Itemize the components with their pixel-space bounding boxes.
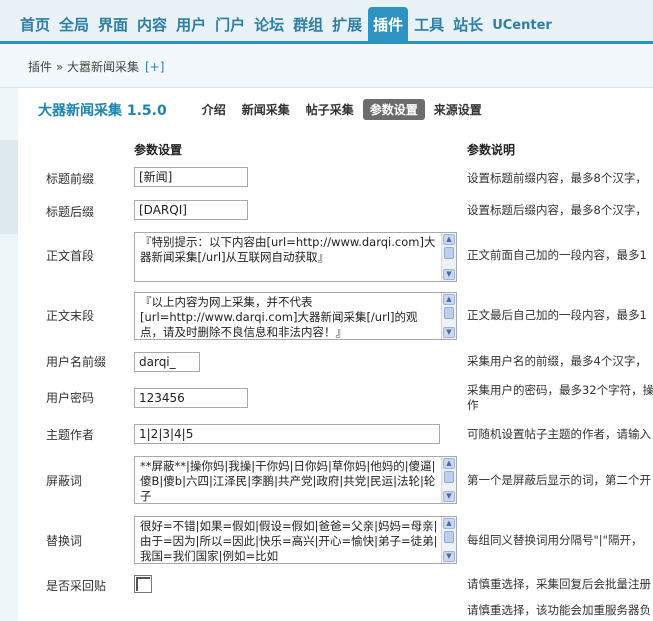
scroll-thumb[interactable] xyxy=(444,307,454,319)
scroll-up-icon[interactable]: ▲ xyxy=(443,294,455,305)
row-desc-replace-words: 每组同义替换词用分隔号"|"隔开， xyxy=(467,533,643,547)
tab-plugins[interactable]: 插件 xyxy=(368,7,409,44)
row-label-topic-author: 主题作者 xyxy=(46,428,95,442)
row-desc-user-password: 采集用户的密码，最多32个字符，操作作 xyxy=(467,383,653,413)
scrollbar[interactable]: ▲ ▼ xyxy=(441,457,456,503)
row-desc-username-prefix: 采集用户名的前缀，最多4个汉字， xyxy=(467,354,647,368)
row-desc-user-password-line1: 采集用户的密码，最多32个字符，操作 xyxy=(467,383,653,397)
breadcrumb: 插件 » 大嚣新闻采集 [+] xyxy=(28,58,164,75)
ptab-intro[interactable]: 介绍 xyxy=(195,99,233,120)
body-head-textarea[interactable]: 『特别提示：以下内容由[url=http://www.darqi.com]大器新… xyxy=(134,232,457,282)
row-label-title-suffix: 标题后缀 xyxy=(46,205,95,219)
col-header-desc: 参数说明 xyxy=(467,143,516,157)
row-desc-collect-replies: 请慎重选择，采集回复后会批量注册 xyxy=(467,577,651,591)
scroll-up-icon[interactable]: ▲ xyxy=(443,234,455,245)
scroll-down-icon[interactable]: ▼ xyxy=(443,491,455,502)
row-label-blocked-words: 屏蔽词 xyxy=(46,474,83,488)
tab-ucenter[interactable]: UCenter xyxy=(489,7,555,44)
title-suffix-input[interactable]: [DARQI] xyxy=(134,200,248,220)
scrollbar[interactable]: ▲ ▼ xyxy=(441,517,456,563)
tab-content[interactable]: 内容 xyxy=(134,7,170,44)
scrollbar[interactable]: ▲ ▼ xyxy=(441,293,456,339)
row-desc-body-tail: 正文最后自己加的一段内容，最多1 xyxy=(467,308,647,322)
body-tail-textarea[interactable]: 『以上内容为网上采集，并不代表[url=http://www.darqi.com… xyxy=(134,292,457,340)
plugin-header: 大器新闻采集 1.5.0 介绍 新闻采集 帖子采集 参数设置 来源设置 xyxy=(38,99,491,120)
row-desc-title-suffix: 设置标题后缀内容，最多8个汉字， xyxy=(467,203,647,217)
row-label-username-prefix: 用户名前缀 xyxy=(46,355,107,369)
nav-tabs: 首页 全局 界面 内容 用户 门户 论坛 群组 扩展 插件 工具 站长 UCen… xyxy=(17,7,558,44)
row-desc-title-prefix: 设置标题前缀内容，最多8个汉字， xyxy=(467,171,647,185)
replace-words-text: 很好=不错|如果=假如|假设=假如|爸爸=父亲|妈妈=母亲|由于=因为|所以=因… xyxy=(140,519,438,563)
ptab-settings[interactable]: 参数设置 xyxy=(362,99,425,120)
tab-portal[interactable]: 门户 xyxy=(212,7,248,44)
body-tail-text: 『以上内容为网上采集，并不代表[url=http://www.darqi.com… xyxy=(140,295,418,339)
plugin-tabs: 介绍 新闻采集 帖子采集 参数设置 来源设置 xyxy=(195,99,491,120)
blocked-words-text: **屏蔽**|操你妈|我操|干你妈|日你妈|草你妈|他妈的|傻逼|傻B|傻b|六… xyxy=(140,459,436,503)
left-menu-highlight xyxy=(0,140,18,234)
tab-extend[interactable]: 扩展 xyxy=(329,7,365,44)
tab-interface[interactable]: 界面 xyxy=(95,7,131,44)
row-desc-body-head: 正文前面自己加的一段内容，最多1 xyxy=(467,248,647,262)
tab-admin[interactable]: 站长 xyxy=(450,7,486,44)
user-password-input[interactable]: 123456 xyxy=(134,388,248,408)
row-label-user-password: 用户密码 xyxy=(46,391,95,405)
ptab-news-collect[interactable]: 新闻采集 xyxy=(235,99,297,120)
tab-global[interactable]: 全局 xyxy=(56,7,92,44)
col-header-setting: 参数设置 xyxy=(134,143,183,157)
scroll-up-icon[interactable]: ▲ xyxy=(443,518,455,529)
replace-words-textarea[interactable]: 很好=不错|如果=假如|假设=假如|爸爸=父亲|妈妈=母亲|由于=因为|所以=因… xyxy=(134,516,457,564)
scroll-down-icon[interactable]: ▼ xyxy=(443,327,455,338)
tab-group[interactable]: 群组 xyxy=(290,7,326,44)
row-label-body-head: 正文首段 xyxy=(46,249,95,263)
top-nav: 首页 全局 界面 内容 用户 门户 论坛 群组 扩展 插件 工具 站长 UCen… xyxy=(0,0,653,44)
tab-users[interactable]: 用户 xyxy=(173,7,209,44)
scrollbar[interactable]: ▲ ▼ xyxy=(441,233,456,281)
left-menu-strip xyxy=(0,88,18,621)
tab-tools[interactable]: 工具 xyxy=(411,7,447,44)
username-prefix-input[interactable]: darqi_ xyxy=(134,352,200,372)
ptab-post-collect[interactable]: 帖子采集 xyxy=(299,99,361,120)
row-label-title-prefix: 标题前缀 xyxy=(46,172,95,186)
blocked-words-textarea[interactable]: **屏蔽**|操你妈|我操|干你妈|日你妈|草你妈|他妈的|傻逼|傻B|傻b|六… xyxy=(134,456,457,504)
breadcrumb-text: 插件 » 大嚣新闻采集 xyxy=(28,60,139,74)
tab-home[interactable]: 首页 xyxy=(17,7,53,44)
ptab-source-settings[interactable]: 来源设置 xyxy=(427,99,489,120)
tab-forum[interactable]: 论坛 xyxy=(251,7,287,44)
scroll-thumb[interactable] xyxy=(444,471,454,483)
scroll-thumb[interactable] xyxy=(444,531,454,543)
title-prefix-input[interactable]: [新闻] xyxy=(134,167,248,187)
row-desc-topic-author: 可随机设置帖子主题的作者，请输入 xyxy=(467,427,651,441)
scroll-thumb[interactable] xyxy=(444,247,454,259)
row-desc-user-password-line2: 作 xyxy=(467,398,479,412)
breadcrumb-bar: 插件 » 大嚣新闻采集 [+] xyxy=(0,44,653,88)
scroll-down-icon[interactable]: ▼ xyxy=(443,551,455,562)
row-label-replace-words: 替换词 xyxy=(46,534,83,548)
footer-desc: 请慎重选择，该功能会加重服务器负 xyxy=(467,603,651,617)
topic-author-input[interactable]: 1|2|3|4|5 xyxy=(134,424,440,444)
plugin-title: 大器新闻采集 1.5.0 xyxy=(38,102,167,119)
scroll-up-icon[interactable]: ▲ xyxy=(443,458,455,469)
add-shortcut-button[interactable]: [+] xyxy=(145,60,164,74)
row-label-collect-replies: 是否采回贴 xyxy=(46,579,107,593)
row-label-body-tail: 正文末段 xyxy=(46,309,95,323)
scroll-down-icon[interactable]: ▼ xyxy=(443,269,455,280)
row-desc-blocked-words: 第一个是屏蔽后显示的词，第二个开 xyxy=(467,473,651,487)
body-head-text: 『特别提示：以下内容由[url=http://www.darqi.com]大器新… xyxy=(140,235,436,264)
collect-replies-checkbox[interactable] xyxy=(134,575,152,593)
